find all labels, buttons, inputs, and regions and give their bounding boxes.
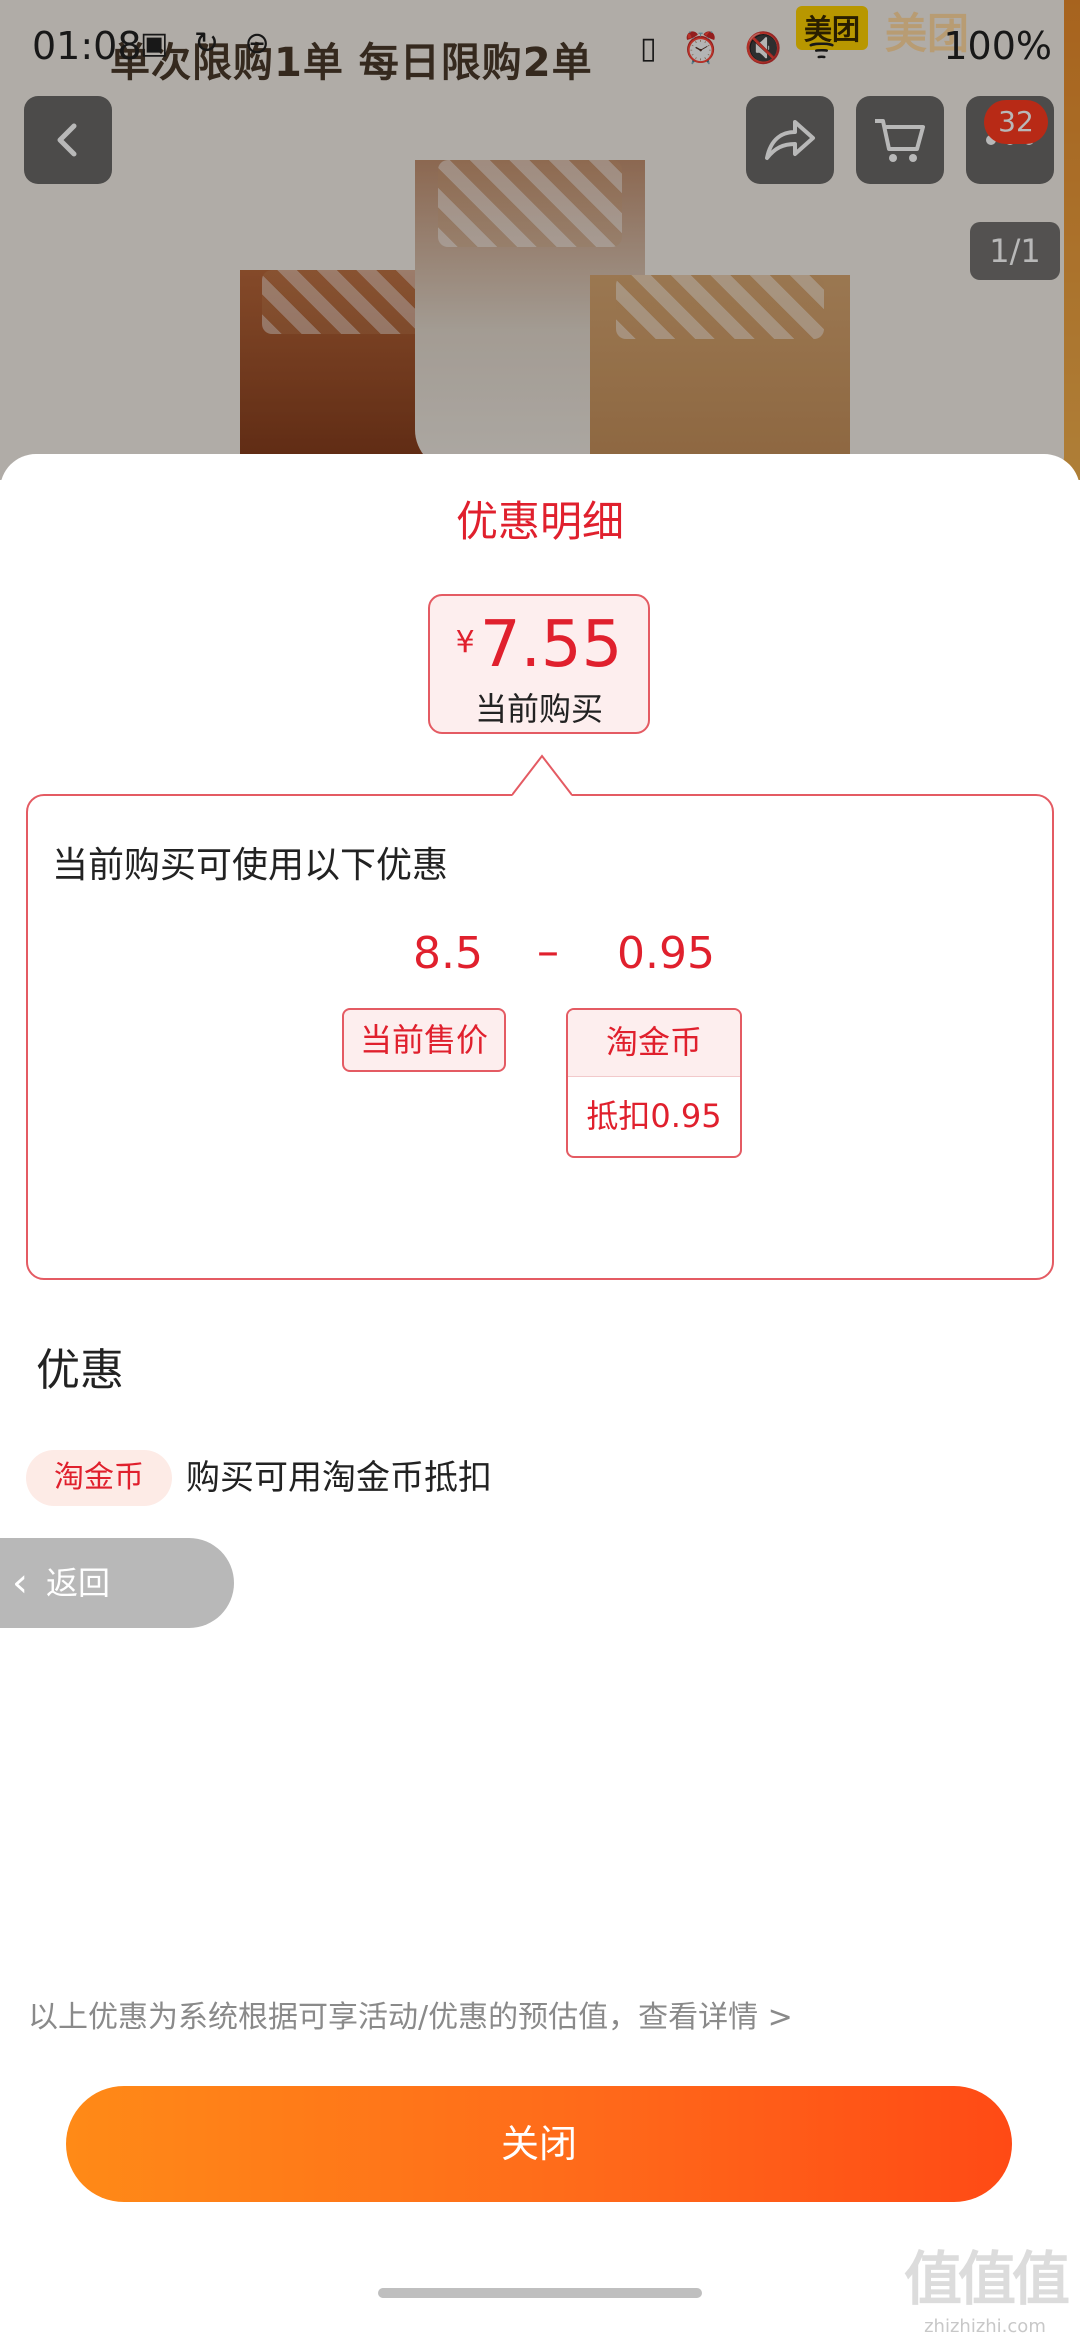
callout-pointer-icon	[512, 754, 572, 796]
current-price-value: 7.55	[479, 608, 623, 682]
coin-tag-label: 淘金币	[568, 1010, 740, 1077]
site-watermark: 值值值 zhizhizhi.com	[903, 2232, 1070, 2337]
discount-breakdown-card: 当前购买可使用以下优惠 8.5 – 0.95 当前售价 淘金币 抵扣0.95	[26, 794, 1054, 1280]
close-button[interactable]: 关闭	[66, 2086, 1012, 2202]
current-price-box: ¥ 7.55 当前购买	[428, 594, 650, 734]
discount-value: 0.95	[617, 928, 715, 979]
chevron-left-icon: ‹	[12, 1560, 28, 1606]
discount-detail-sheet: 优惠明细 ¥ 7.55 当前购买 当前购买可使用以下优惠 8.5 – 0.95 …	[0, 454, 1080, 2337]
watermark-logo: 值值值	[903, 2245, 1070, 2313]
modal-overlay[interactable]	[0, 0, 1080, 480]
product-page-background: 单次限购1单 每日限购2单 美团 美团 01:08 ▣ ↻ ⊖ ▯ ⏰ 🔇 ᯤ …	[0, 0, 1080, 480]
back-label: 返回	[46, 1564, 111, 1602]
floating-back-button[interactable]: ‹ 返回	[0, 1538, 234, 1628]
coin-description: 购买可用淘金币抵扣	[186, 1458, 492, 1498]
coin-badge: 淘金币	[26, 1450, 172, 1506]
current-price-caption: 当前购买	[474, 690, 603, 728]
currency-symbol: ¥	[455, 625, 475, 660]
home-indicator[interactable]	[378, 2288, 702, 2298]
estimate-footnote-link[interactable]: 以上优惠为系统根据可享活动/优惠的预估值，查看详情 >	[28, 1992, 793, 2036]
coin-discount-tag: 淘金币 抵扣0.95	[566, 1008, 742, 1158]
sheet-title: 优惠明细	[455, 497, 624, 546]
sale-price-tag: 当前售价	[342, 1008, 506, 1072]
discount-section-title: 优惠	[36, 1345, 124, 1396]
watermark-url: zhizhizhi.com	[924, 2316, 1046, 2337]
coin-tag-deduction: 抵扣0.95	[586, 1097, 722, 1135]
breakdown-heading: 当前购买可使用以下优惠	[52, 845, 449, 886]
